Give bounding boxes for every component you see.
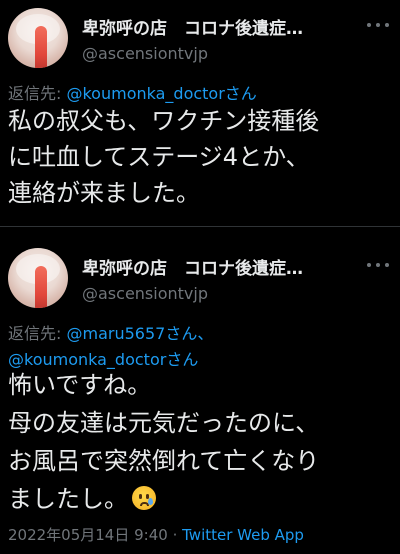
tweet-text-line: 連絡が来ました。	[8, 179, 200, 207]
tweet-text-line: に吐血してステージ4とか、	[8, 143, 310, 171]
avatar[interactable]	[8, 248, 68, 308]
reply-context-line-2: @koumonka_doctorさん	[8, 346, 198, 370]
reply-prefix: 返信先:	[8, 324, 67, 343]
tweet-1[interactable]: 卑弥呼の店 コロナ後遺症… @ascensiontvjp 返信先: @koumo…	[0, 0, 400, 226]
crying-face-emoji-icon	[132, 486, 156, 510]
author-name[interactable]: 卑弥呼の店 コロナ後遺症…	[82, 14, 344, 39]
author-name[interactable]: 卑弥呼の店 コロナ後遺症…	[82, 254, 344, 279]
avatar-figure	[35, 26, 47, 68]
reply-prefix: 返信先:	[8, 84, 67, 103]
reply-separator: さん、	[165, 324, 214, 343]
reply-mention-link[interactable]: @maru5657	[66, 324, 165, 343]
reply-suffix: さん	[166, 350, 199, 369]
reply-mention-link[interactable]: @koumonka_doctor	[66, 84, 224, 103]
tweet-text-line: お風呂で突然倒れて亡くなり	[8, 447, 320, 475]
tweet-text-line-with-emoji: ましたし。	[8, 484, 156, 514]
tweet-divider	[0, 226, 400, 227]
avatar-figure	[35, 266, 47, 308]
tweet-text-line: 私の叔父も、ワクチン接種後	[8, 107, 320, 135]
author-handle[interactable]: @ascensiontvjp	[82, 44, 208, 63]
reply-context: 返信先: @koumonka_doctorさん	[8, 80, 257, 104]
tweet-text: ましたし。	[8, 485, 128, 513]
avatar[interactable]	[8, 8, 68, 68]
tweet-2[interactable]: 卑弥呼の店 コロナ後遺症… @ascensiontvjp 返信先: @maru5…	[0, 228, 400, 554]
timestamp-link[interactable]: 2022年05月14日 9:40	[8, 526, 168, 544]
tweet-meta: 2022年05月14日 9:40 · Twitter Web App	[8, 524, 304, 545]
more-options-icon[interactable]	[364, 18, 392, 32]
tweet-text-line: 母の友達は元気だったのに、	[8, 409, 320, 437]
reply-mention-link[interactable]: @koumonka_doctor	[8, 350, 166, 369]
reply-suffix: さん	[224, 84, 257, 103]
author-handle[interactable]: @ascensiontvjp	[82, 284, 208, 303]
tweet-text-line: 怖いですね。	[8, 371, 152, 399]
source-app-link[interactable]: Twitter Web App	[182, 526, 304, 544]
reply-context: 返信先: @maru5657さん、	[8, 320, 213, 344]
meta-separator: ·	[167, 526, 183, 544]
more-options-icon[interactable]	[364, 258, 392, 272]
